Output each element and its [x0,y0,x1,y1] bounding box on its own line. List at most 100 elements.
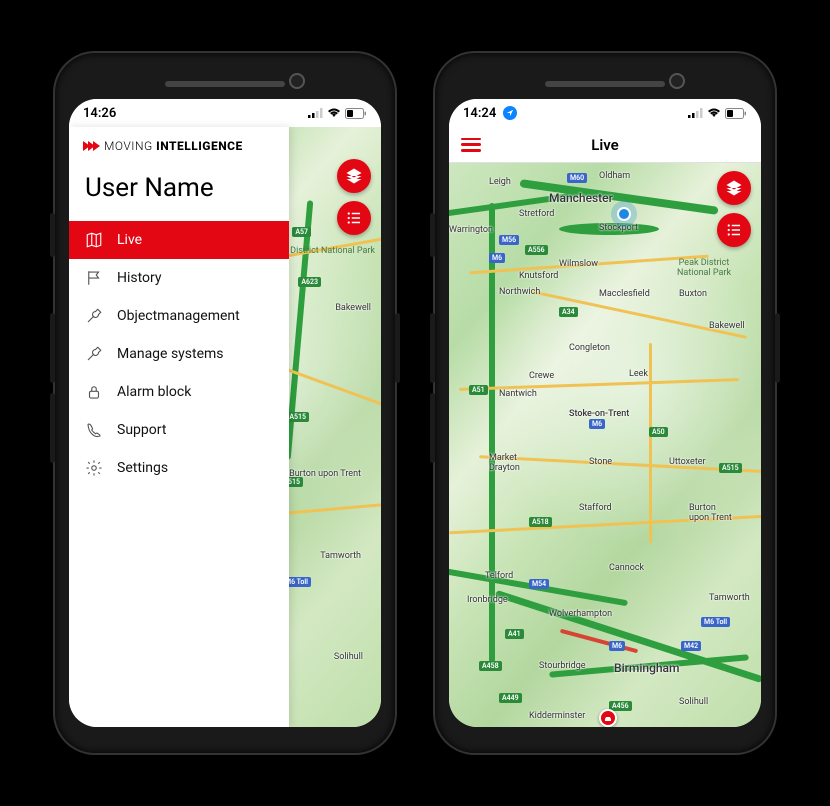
layers-button[interactable] [337,159,371,193]
volume-button [50,393,55,463]
wifi-icon [707,108,721,118]
menu-item-history[interactable]: History [69,259,289,297]
battery-icon [725,108,747,119]
map-label: Tamworth [709,593,750,603]
layers-button[interactable] [717,171,751,205]
list-icon [345,209,363,227]
phone-live-view: 14:24 Live [435,53,775,753]
map-label: Congleton [569,343,610,353]
menu-item-manage-systems[interactable]: Manage systems [69,335,289,373]
menu-button[interactable] [461,138,481,152]
power-button [395,313,400,383]
road-shield: A518 [529,517,552,527]
map-label: Ironbridge [467,595,508,605]
map-icon [85,231,103,249]
map-label: Stourbridge [539,661,586,671]
road-shield: M6 Toll [701,617,730,627]
menu-label: Support [117,422,166,438]
road-shield: A41 [505,629,524,639]
map-label: Cannock [609,563,644,573]
map-label: Macclesfield [599,289,650,299]
power-button [775,313,780,383]
road-shield: A57 [292,227,311,237]
map-label: Market Drayton [489,453,520,473]
menu-item-live[interactable]: Live [69,221,289,259]
list-icon [725,221,743,239]
road-shield: M54 [529,579,549,589]
road-shield: M42 [681,641,701,651]
map-label: Bakewell [335,303,371,313]
map-label: Knutsford [519,271,558,281]
road-shield: M6 [589,419,605,429]
gear-icon [85,459,103,477]
username-label: User Name [69,161,289,221]
road-shield: A51 [469,385,488,395]
main-menu: Live History Objectmanagement Manage sys… [69,221,289,487]
map-label: Oldham [599,171,630,181]
road-shield: A34 [559,307,578,317]
menu-item-settings[interactable]: Settings [69,449,289,487]
map-controls [337,159,371,235]
layers-icon [345,167,363,185]
list-button[interactable] [337,201,371,235]
app-topbar: Live [449,127,761,163]
menu-label: History [117,270,162,286]
map-label: Bakewell [709,321,745,331]
map-label: Nantwich [499,389,537,399]
layers-icon [725,179,743,197]
volume-button [50,313,55,383]
map-label: Peak District National Park [677,259,731,279]
status-time: 14:24 [463,106,517,121]
volume-button [50,213,55,257]
map-label: Northwich [499,287,540,297]
map-label: Tamworth [320,551,361,561]
volume-button [430,313,435,383]
road-shield: A449 [499,693,522,703]
menu-label: Live [117,232,142,248]
menu-item-objectmanagement[interactable]: Objectmanagement [69,297,289,335]
wrench-icon [85,307,103,325]
road-shield: A556 [525,245,548,255]
status-indicators [688,108,747,119]
status-indicators [308,108,367,119]
map-label: Manchester [549,191,613,205]
map-label: Stockport [599,223,638,233]
road-shield: A50 [649,427,668,437]
screen: 14:26 Peak District National Park Bakewe… [69,99,381,727]
map-label: Wolverhampton [549,609,612,619]
phone-menu-view: 14:26 Peak District National Park Bakewe… [55,53,395,753]
menu-item-support[interactable]: Support [69,411,289,449]
vehicle-marker[interactable] [599,709,617,727]
menu-item-alarm-block[interactable]: Alarm block [69,373,289,411]
road-shield: M6 [489,253,505,263]
flag-icon [85,269,103,287]
map-label: Warrington [449,225,493,235]
road-shield: M60 [567,173,587,183]
road-shield: M6 [609,641,625,651]
car-icon [603,713,613,723]
menu-label: Objectmanagement [117,308,240,324]
map-controls [717,171,751,247]
map-label: Solihull [679,697,708,707]
menu-label: Manage systems [117,346,224,362]
status-bar: 14:24 [449,99,761,127]
road-shield: A458 [479,661,502,671]
user-location-dot [617,207,631,221]
map-label: Solihull [334,652,363,662]
map-label: Wilmslow [559,259,598,269]
menu-label: Alarm block [117,384,191,400]
screen: 14:24 Live [449,99,761,727]
map-label: Buxton [679,289,707,299]
battery-icon [345,108,367,119]
road-shield: M56 [499,235,519,245]
map-view[interactable]: Manchester Oldham Leigh Stretford Stockp… [449,163,761,727]
map-label: Burton upon Trent [689,503,732,523]
navigation-drawer: MOVING INTELLIGENCE User Name Live Histo… [69,127,289,727]
location-indicator-icon [503,106,517,120]
list-button[interactable] [717,213,751,247]
phone-icon [85,421,103,439]
wrench-icon [85,345,103,363]
road-shield: A515 [286,412,309,422]
wifi-icon [327,108,341,118]
map-label: Stretford [519,209,554,219]
